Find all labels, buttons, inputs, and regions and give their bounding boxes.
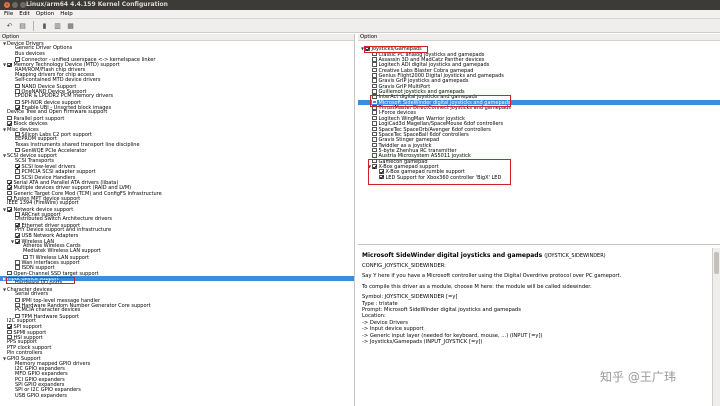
- checkbox-unchecked-icon[interactable]: [372, 131, 377, 137]
- left-option-tree[interactable]: Option ▼Device Drivers Generic Driver Opt…: [0, 34, 355, 406]
- tree-row-label: Pin controllers: [7, 349, 43, 356]
- checkbox-unchecked-icon[interactable]: [372, 62, 377, 67]
- checkbox-unchecked-icon[interactable]: [372, 94, 377, 99]
- tree-row-label: Device Tree and Open Firmware support: [7, 109, 108, 116]
- checkbox-unchecked-icon[interactable]: [372, 105, 377, 110]
- tree-row-label: Serial drivers: [15, 291, 49, 298]
- checkbox-unchecked-icon[interactable]: [372, 89, 377, 94]
- menu-edit[interactable]: Edit: [19, 11, 30, 17]
- split-view-icon[interactable]: ▥: [52, 20, 63, 31]
- checkbox-unchecked-icon[interactable]: [15, 169, 20, 174]
- right-option-tree[interactable]: Option ▼ Joysticks/Gamepads Classic PC ana…: [358, 34, 720, 245]
- checkbox-unchecked-icon[interactable]: [15, 174, 20, 180]
- checkbox-unchecked-icon[interactable]: [372, 78, 377, 83]
- save-icon[interactable]: ▤: [17, 20, 28, 31]
- checkbox-unchecked-icon[interactable]: [372, 99, 377, 105]
- menu-file[interactable]: File: [4, 11, 13, 17]
- checkbox-checked-icon[interactable]: [15, 239, 20, 244]
- tree-row-label: IEEE 1394 (FireWire) support: [7, 200, 79, 207]
- help-symbol-ref: (JOYSTICK_SIDEWINDER): [544, 253, 606, 259]
- tree-row-label: Mediatek Wireless LAN support: [23, 248, 101, 255]
- checkbox-unchecked-icon[interactable]: [15, 147, 20, 153]
- checkbox-checked-icon[interactable]: [379, 174, 384, 180]
- close-icon[interactable]: ×: [4, 2, 10, 8]
- checkbox-checked-icon[interactable]: [7, 62, 12, 68]
- checkbox-unchecked-icon[interactable]: [372, 115, 377, 121]
- tree-row-label: PCMCIA character devices: [15, 307, 81, 314]
- checkbox-unchecked-icon[interactable]: [15, 297, 20, 302]
- help-scrollbar[interactable]: [712, 248, 720, 406]
- checkbox-unchecked-icon[interactable]: [7, 329, 12, 335]
- checkbox-unchecked-icon[interactable]: [372, 83, 377, 89]
- checkbox-unchecked-icon[interactable]: [372, 73, 377, 78]
- tree-row-label: I2C support: [7, 317, 36, 324]
- minimize-icon[interactable]: [12, 2, 18, 8]
- checkbox-unchecked-icon[interactable]: [15, 99, 20, 105]
- checkbox-unchecked-icon[interactable]: [7, 190, 12, 196]
- checkbox-unchecked-icon[interactable]: [15, 83, 20, 89]
- menu-help[interactable]: Help: [60, 11, 73, 17]
- full-view-icon[interactable]: ▦: [65, 20, 76, 31]
- tree-row-label: Self-contained MTD device drivers: [15, 77, 101, 84]
- checkbox-unchecked-icon[interactable]: [372, 142, 377, 148]
- menu-bar: File Edit Option Help: [0, 10, 720, 19]
- tree-row-label: SCSI Transports: [15, 157, 54, 164]
- window-title: Linux/arm64 4.4.159 Kernel Configuration: [26, 1, 168, 8]
- tree-row-label: LPDDR & LPDDR2 PCM memory drivers: [15, 93, 114, 100]
- checkbox-unchecked-icon[interactable]: [7, 270, 12, 276]
- checkbox-unchecked-icon[interactable]: [15, 260, 20, 265]
- watermark: 知乎 @王广玮: [600, 370, 676, 384]
- right-rows: ▼ Joysticks/Gamepads Classic PC analog joy…: [358, 41, 720, 180]
- scrollbar-thumb[interactable]: [714, 252, 719, 274]
- checkbox-unchecked-icon[interactable]: [372, 137, 377, 142]
- checkbox-unchecked-icon[interactable]: [372, 57, 377, 62]
- checkbox-checked-icon[interactable]: [7, 185, 12, 190]
- checkbox-unchecked-icon[interactable]: [372, 126, 377, 131]
- checkbox-checked-icon[interactable]: [7, 324, 12, 329]
- help-paragraph-2: To compile this driver as a module, choo…: [362, 283, 592, 290]
- checkbox-checked-icon[interactable]: [372, 164, 377, 169]
- tree-row-label: PHY Device support and infrastructure: [15, 227, 112, 234]
- checkbox-checked-icon[interactable]: [379, 169, 384, 174]
- help-config: CONFIG_JOYSTICK_SIDEWINDER:: [362, 263, 446, 269]
- checkbox-checked-icon[interactable]: [365, 46, 370, 52]
- checkbox-checked-icon[interactable]: [15, 163, 20, 169]
- checkbox-unchecked-icon[interactable]: [372, 121, 377, 126]
- tree-row-label: Texas Instruments shared transport line …: [15, 141, 140, 148]
- left-tree-row[interactable]: USB GPIO expanders: [0, 392, 354, 399]
- back-icon[interactable]: ↶: [4, 20, 15, 31]
- checkbox-checked-icon[interactable]: [7, 121, 12, 126]
- checkbox-unchecked-icon[interactable]: [372, 153, 377, 158]
- tree-row-label: USB GPIO expanders: [15, 392, 68, 399]
- checkbox-unchecked-icon[interactable]: [372, 158, 377, 164]
- help-paragraph-1: Say Y here if you have a Microsoft contr…: [362, 273, 622, 280]
- checkbox-unchecked-icon[interactable]: [15, 265, 20, 270]
- left-column-header: Option: [0, 34, 354, 41]
- checkbox-checked-icon[interactable]: [7, 179, 12, 185]
- menu-option[interactable]: Option: [36, 11, 54, 17]
- left-rows: ▼Device Drivers Generic Driver Options Bus…: [0, 41, 354, 399]
- title-bar: × Linux/arm64 4.4.159 Kernel Configurati…: [0, 0, 720, 10]
- tree-row-label: Hardware I/O ports: [15, 280, 63, 287]
- tree-row-label: Distributed Switch Architecture drivers: [15, 216, 113, 223]
- help-details: Symbol: JOYSTICK_SIDEWINDER [=y] Type : …: [362, 294, 708, 345]
- checkbox-unchecked-icon[interactable]: [15, 57, 20, 62]
- checkbox-checked-icon[interactable]: [15, 233, 20, 238]
- tree-row-label: LED Support for Xbox360 controller 'BigX…: [385, 174, 502, 181]
- single-view-icon[interactable]: ▮: [39, 20, 50, 31]
- right-column-header: Option: [358, 34, 720, 41]
- checkbox-unchecked-icon[interactable]: [372, 110, 377, 115]
- toolbar-separator: [33, 20, 34, 31]
- help-title: Microsoft SideWinder digital joysticks a…: [362, 252, 606, 259]
- tree-row-label: Bus devices: [15, 50, 45, 57]
- checkbox-unchecked-icon[interactable]: [372, 147, 377, 153]
- checkbox-unchecked-icon[interactable]: [7, 115, 12, 121]
- checkbox-unchecked-icon[interactable]: [23, 254, 28, 260]
- help-line: -> Joysticks/Gamepads (INPUT_JOYSTICK [=…: [362, 339, 483, 346]
- checkbox-unchecked-icon[interactable]: [372, 67, 377, 73]
- checkbox-unchecked-icon[interactable]: [372, 51, 377, 57]
- toolbar: ↶ ▤ ▮ ▥ ▦: [0, 19, 720, 33]
- right-tree-row[interactable]: LED Support for Xbox360 controller 'BigX…: [358, 174, 720, 181]
- checkbox-checked-icon[interactable]: [7, 207, 12, 212]
